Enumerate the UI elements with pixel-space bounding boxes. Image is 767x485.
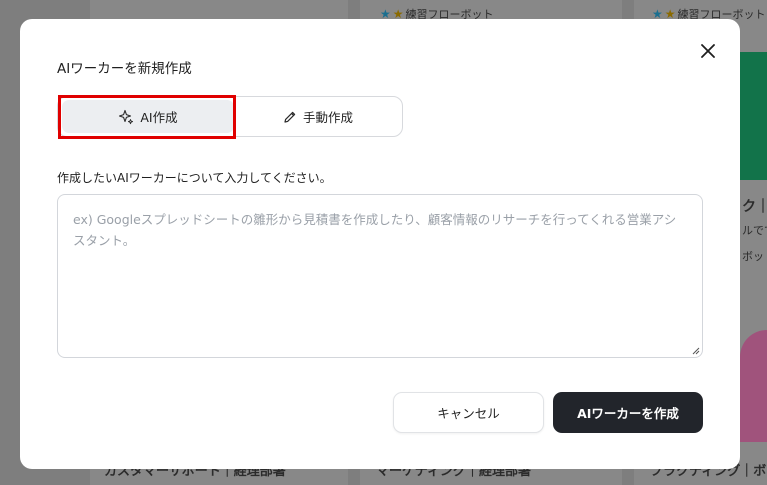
bg-card-image-green [740,52,767,180]
bg-card-image-pink [740,330,767,442]
tab-manual-create[interactable]: 手動作成 [236,100,400,133]
description-textarea-box [57,194,703,358]
bg-card-title-partial: ク｜ [742,199,767,215]
close-icon [701,44,715,58]
bg-card-tag-partial: ボット [742,250,767,263]
pencil-icon [284,111,296,123]
highlight-box [58,95,236,139]
create-ai-worker-dialog: AIワーカーを新規作成 AI作成 手動作成 作成したいAIワーカーについて入力し… [20,19,740,469]
bg-card-desc-partial: ルでで [742,224,767,237]
resize-handle-icon[interactable] [691,346,700,355]
cancel-button[interactable]: キャンセル [393,392,544,433]
description-textarea[interactable] [58,195,702,357]
close-button[interactable] [696,39,720,63]
create-ai-worker-button[interactable]: AIワーカーを作成 [553,392,703,433]
tab-manual-create-label: 手動作成 [302,110,353,125]
instruction-text: 作成したいAIワーカーについて入力してください。 [57,171,332,185]
dialog-title: AIワーカーを新規作成 [57,61,192,77]
